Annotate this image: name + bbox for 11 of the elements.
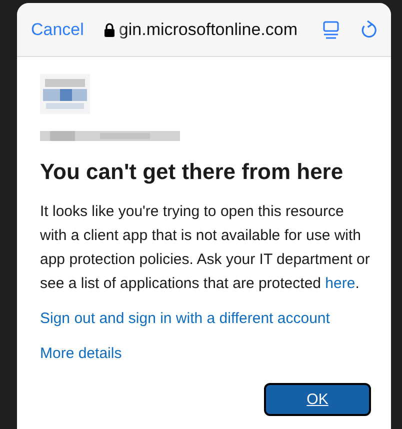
error-message: It looks like you're trying to open this resource with a client app that is not available for use with app protection policies. Ask your IT department or see a list of applications that are protected here. [40,202,370,294]
here-link[interactable]: here [325,275,356,292]
error-title: You can't get there from here [40,159,344,185]
url-text: gin.microsoftonline.com [118,20,298,40]
reload-icon[interactable] [361,20,377,39]
ok-button[interactable]: OK [264,383,371,416]
pixelated-logo [40,74,90,114]
details-link[interactable]: More details [40,344,122,364]
reader-icon[interactable] [323,20,339,38]
cancel-button[interactable]: Cancel [31,20,84,40]
account-link[interactable]: Sign out and sign in with a different account [40,309,330,329]
